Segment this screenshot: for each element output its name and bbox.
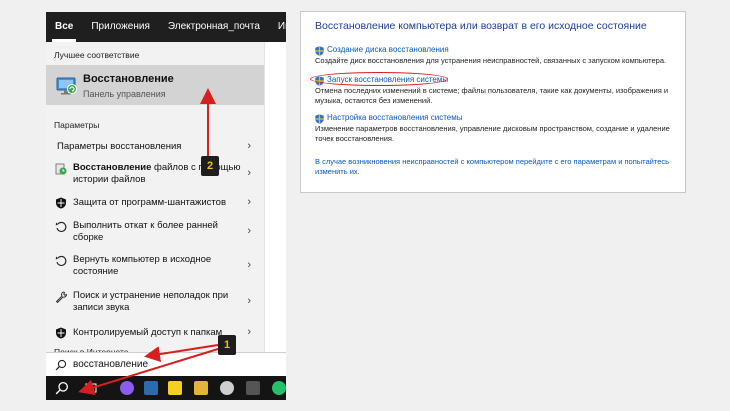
entry-description: Отмена последних изменений в системе; фа… [315,86,669,105]
best-match-heading: Лучшее соответствие [54,50,140,60]
chevron-right-icon: › [247,140,251,152]
create-recovery-drive-link[interactable]: Создание диска восстановления [327,45,449,54]
taskbar [46,376,286,400]
settings-item-label: Поиск и устранение неполадок при записи … [73,290,229,313]
restore-icon [55,221,67,232]
settings-item-recovery-options[interactable]: Параметры восстановления › [46,138,264,156]
shield-icon [56,197,66,209]
settings-heading: Параметры [54,120,100,130]
search-box[interactable]: восстановление [46,352,286,376]
file-explorer-icon[interactable] [194,381,208,395]
tab-all[interactable]: Все [46,12,82,42]
chevron-right-icon: › [247,167,251,179]
wrench-icon [55,291,67,303]
best-match-item[interactable]: Восстановление Панель управления [46,65,264,105]
step-badge-1: 1 [218,335,236,355]
taskbar-search-icon[interactable] [55,381,69,395]
settings-item-label: Параметры восстановления [57,141,182,152]
settings-item-rollback[interactable]: Выполнить откат к более ранней сборке › [46,218,264,246]
task-view-icon[interactable] [84,382,98,394]
uac-shield-icon [315,114,324,124]
highlight-oval [310,72,448,86]
restore-icon [55,255,67,266]
search-input[interactable]: восстановление [73,359,148,370]
calculator-icon[interactable] [144,381,158,395]
recovery-monitor-icon [56,77,77,95]
settings-item-label: Контролируемый доступ к папкам [73,327,223,338]
panel-footer-link[interactable]: В случае возникновения неисправностей с … [315,157,675,177]
recovery-panel: Восстановление компьютера или возврат в … [300,11,686,193]
entry-configure-system-restore: Настройка восстановления системы Изменен… [315,113,675,147]
tab-apps[interactable]: Приложения [82,12,159,42]
settings-item-label: Выполнить откат к более ранней сборке [73,220,218,243]
settings-item-label: Защита от программ-шантажистов [73,197,227,208]
configure-system-restore-link[interactable]: Настройка восстановления системы [327,113,462,122]
entry-description: Изменение параметров восстановления, упр… [315,124,670,143]
settings-item-troubleshoot-audio[interactable]: Поиск и устранение неполадок при записи … [46,288,264,316]
file-history-icon [55,163,67,175]
settings-item-file-history[interactable]: Восстановление файлов с помощью истории … [46,160,264,188]
tab-email[interactable]: Электронная_почта [159,12,269,42]
chevron-right-icon: › [247,326,251,338]
chevron-right-icon: › [247,225,251,237]
chevron-right-icon: › [247,295,251,307]
sticky-notes-icon[interactable] [168,381,182,395]
search-icon [55,359,67,371]
best-match-title: Восстановление [83,73,174,85]
chevron-right-icon: › [247,259,251,271]
settings-item-ransomware[interactable]: Защита от программ-шантажистов › [46,194,264,212]
entry-description: Создайте диск восстановления для устране… [315,56,667,65]
shield-icon [56,327,66,339]
taskbar-app-icon[interactable] [246,381,260,395]
search-tabs: Все Приложения Электронная_почта Интерне… [46,12,286,42]
results-side-strip [264,42,286,356]
panel-title: Восстановление компьютера или возврат в … [315,20,647,32]
alice-icon[interactable] [120,381,134,395]
start-menu: Все Приложения Электронная_почта Интерне… [46,12,286,400]
clock-app-icon[interactable] [220,381,234,395]
chevron-right-icon: › [247,196,251,208]
settings-item-reset-pc[interactable]: Вернуть компьютер в исходное состояние › [46,252,264,280]
tab-internet[interactable]: Интернет [269,12,286,42]
step-badge-2: 2 [201,156,219,176]
settings-item-label: Вернуть компьютер в исходное состояние [73,254,212,277]
search-results: Лучшее соответствие Восстановление Панел… [46,42,264,357]
entry-create-recovery-drive: Создание диска восстановления Создайте д… [315,45,675,69]
uac-shield-icon [315,46,324,56]
whatsapp-icon[interactable] [272,381,286,395]
best-match-subtitle: Панель управления [83,89,166,99]
